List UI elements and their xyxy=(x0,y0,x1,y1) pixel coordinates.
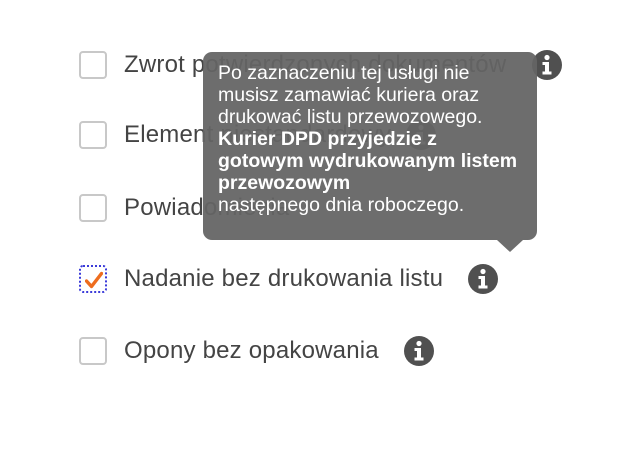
option-row[interactable]: Opony bez opakowania xyxy=(79,335,435,367)
option-row[interactable]: Nadanie bez drukowania listu xyxy=(79,263,499,295)
checkmark-icon xyxy=(85,271,103,289)
tooltip-arrow xyxy=(497,240,523,252)
tooltip-tail-text: następnego dnia roboczego. xyxy=(218,194,465,216)
tooltip-text: Po zaznaczeniu tej usługi nie musisz zam… xyxy=(218,62,483,128)
option-label: Nadanie bez drukowania listu xyxy=(124,265,444,292)
info-circle-icon[interactable] xyxy=(403,335,435,367)
info-circle-icon[interactable] xyxy=(467,263,499,295)
checkbox-return-documents[interactable] xyxy=(79,51,107,79)
option-label: Opony bez opakowania xyxy=(124,337,379,364)
tooltip-bold-text: Kurier DPD przyjedzie z gotowym wydrukow… xyxy=(218,128,518,194)
checkbox-no-label-printing[interactable] xyxy=(79,265,107,293)
info-tooltip: Po zaznaczeniu tej usługi nie musisz zam… xyxy=(203,52,537,240)
checkbox-nonstandard-element[interactable] xyxy=(79,121,107,149)
checkbox-tires-no-packaging[interactable] xyxy=(79,337,107,365)
checkbox-notifications[interactable] xyxy=(79,194,107,222)
